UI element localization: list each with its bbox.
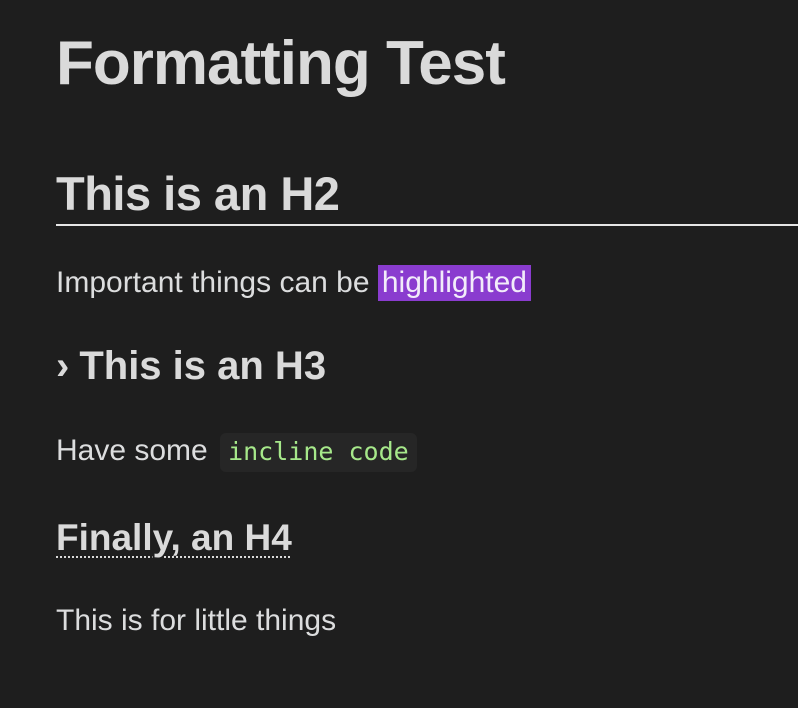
paragraph-text: Important things can be: [56, 266, 378, 299]
paragraph-code: Have some incline code: [56, 430, 417, 473]
heading-4: Finally, an H4: [56, 517, 292, 558]
inline-code: incline code: [220, 433, 417, 472]
heading-3-text: This is an H3: [79, 344, 327, 388]
paragraph-highlight: Important things can be highlighted: [56, 262, 531, 304]
heading-3[interactable]: › This is an H3: [56, 340, 326, 392]
paragraph-plain: This is for little things: [56, 604, 337, 637]
heading-1: Formatting Test: [56, 29, 506, 98]
paragraph-text: Have some: [56, 434, 217, 467]
highlighted-text: highlighted: [377, 265, 531, 301]
collapse-chevron-icon[interactable]: ›: [56, 340, 69, 392]
heading-2: This is an H2: [56, 166, 798, 226]
